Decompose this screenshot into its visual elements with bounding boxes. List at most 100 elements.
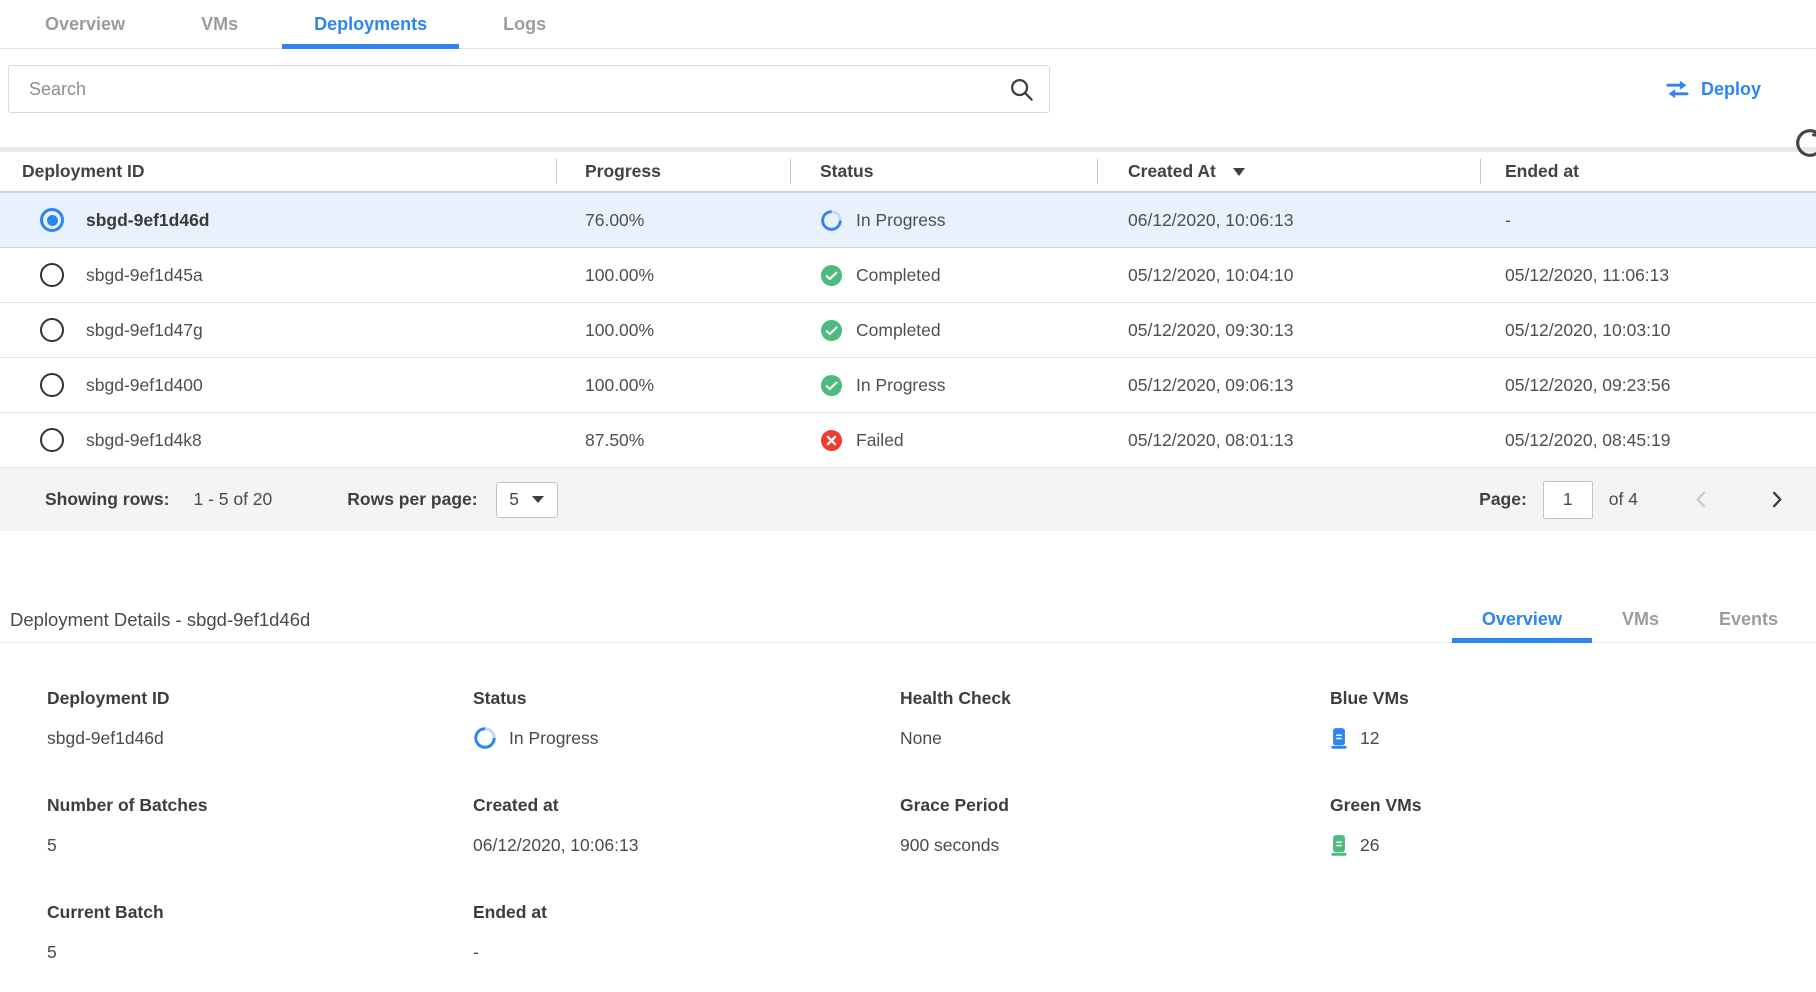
column-header-created-at[interactable]: Created At xyxy=(1097,152,1480,191)
detail-field: Blue VMs 12 xyxy=(1330,688,1816,751)
row-status-label: In Progress xyxy=(856,375,945,396)
table-row[interactable]: sbgd-9ef1d46d 76.00% In Progress 06/12/2… xyxy=(0,192,1816,248)
search-input[interactable] xyxy=(9,66,1049,112)
rows-per-page-select[interactable]: 5 xyxy=(496,482,558,518)
row-ended-at: 05/12/2020, 11:06:13 xyxy=(1505,265,1669,286)
detail-field-label: Green VMs xyxy=(1330,795,1816,816)
detail-field-label: Current Batch xyxy=(47,902,473,923)
row-status-label: In Progress xyxy=(856,210,945,231)
details-tab-events[interactable]: Events xyxy=(1689,597,1808,642)
column-header-label: Ended at xyxy=(1505,161,1579,182)
column-header-progress[interactable]: Progress xyxy=(556,152,790,191)
main-tab-bar: OverviewVMs Deployments Logs xyxy=(0,0,1816,49)
detail-field-value: 26 xyxy=(1330,832,1816,858)
detail-field-label: Number of Batches xyxy=(47,795,473,816)
tab-label: Logs xyxy=(503,14,546,35)
deploy-label: Deploy xyxy=(1701,79,1761,100)
row-progress: 100.00% xyxy=(585,265,654,286)
tab-label: VMs xyxy=(1622,609,1659,630)
row-radio-button[interactable] xyxy=(40,208,64,232)
row-deployment-id: sbgd-9ef1d400 xyxy=(86,375,203,396)
row-ended-at: 05/12/2020, 10:03:10 xyxy=(1505,320,1670,341)
column-header-status[interactable]: Status xyxy=(790,152,1097,191)
detail-field-text: 5 xyxy=(47,942,57,963)
detail-field: Grace Period 900 seconds xyxy=(900,795,1330,858)
toolbar: Deploy xyxy=(0,49,1816,133)
row-deployment-id: sbgd-9ef1d46d xyxy=(86,210,210,231)
detail-field-value: 06/12/2020, 10:06:13 xyxy=(473,832,900,858)
row-radio-button[interactable] xyxy=(40,373,64,397)
vm-icon xyxy=(1330,834,1348,857)
main-tab-vms[interactable]: VMs xyxy=(169,0,270,48)
detail-field-text: sbgd-9ef1d46d xyxy=(47,728,164,749)
tab-label: Deployments xyxy=(314,14,427,35)
row-status-label: Completed xyxy=(856,320,941,341)
row-ended-at: - xyxy=(1505,210,1511,231)
next-page-button[interactable] xyxy=(1765,488,1788,511)
detail-field-text: 06/12/2020, 10:06:13 xyxy=(473,835,638,856)
table-footer: Showing rows: 1 - 5 of 20 Rows per page:… xyxy=(0,468,1816,531)
detail-field-text: 12 xyxy=(1360,728,1379,749)
detail-field-label: Health Check xyxy=(900,688,1330,709)
column-header-deployment-id[interactable]: Deployment ID xyxy=(0,152,556,191)
row-created-at: 05/12/2020, 10:04:10 xyxy=(1128,265,1293,286)
details-header: Deployment Details - sbgd-9ef1d46d Overv… xyxy=(0,597,1816,643)
main-tab-overview[interactable]: Overview xyxy=(13,0,157,48)
row-deployment-id: sbgd-9ef1d45a xyxy=(86,265,203,286)
chevron-down-icon xyxy=(532,496,544,503)
row-status-label: Failed xyxy=(856,430,904,451)
details-tab-bar: Overview VMs Events xyxy=(1452,597,1808,642)
column-header-label: Created At xyxy=(1128,161,1216,182)
in-progress-spinner-icon xyxy=(820,209,843,232)
column-header-label: Progress xyxy=(585,161,661,182)
sort-caret-icon xyxy=(1233,168,1245,176)
detail-field-label: Ended at xyxy=(473,902,900,923)
prev-page-button[interactable] xyxy=(1690,488,1713,511)
details-grid: Deployment ID sbgd-9ef1d46d Status In Pr… xyxy=(0,688,1816,965)
detail-field-value: - xyxy=(473,939,900,965)
row-created-at: 05/12/2020, 09:06:13 xyxy=(1128,375,1293,396)
search-box[interactable] xyxy=(8,65,1050,113)
table-row[interactable]: sbgd-9ef1d47g 100.00% Completed 05/12/20… xyxy=(0,303,1816,358)
detail-field-value: 5 xyxy=(47,832,473,858)
page-total: of 4 xyxy=(1609,489,1638,510)
showing-rows-value: 1 - 5 of 20 xyxy=(193,489,272,510)
details-tab-overview[interactable]: Overview xyxy=(1452,597,1592,642)
detail-field: Created at 06/12/2020, 10:06:13 xyxy=(473,795,900,858)
row-radio-button[interactable] xyxy=(40,263,64,287)
detail-field-value: In Progress xyxy=(473,725,900,751)
detail-field-label: Grace Period xyxy=(900,795,1330,816)
detail-field: Number of Batches 5 xyxy=(47,795,473,858)
details-tab-vms[interactable]: VMs xyxy=(1592,597,1689,642)
detail-field: Health Check None xyxy=(900,688,1330,751)
swap-arrows-icon xyxy=(1665,79,1690,100)
column-header-label: Deployment ID xyxy=(22,161,145,182)
column-header-ended-at[interactable]: Ended at xyxy=(1480,152,1816,191)
table-row[interactable]: sbgd-9ef1d4k8 87.50% Failed 05/12/2020, … xyxy=(0,413,1816,468)
row-radio-button[interactable] xyxy=(40,318,64,342)
row-ended-at: 05/12/2020, 09:23:56 xyxy=(1505,375,1670,396)
deploy-button[interactable]: Deploy xyxy=(1665,79,1761,100)
vm-icon xyxy=(1330,727,1348,750)
completed-check-icon xyxy=(820,374,843,397)
table-row[interactable]: sbgd-9ef1d45a 100.00% Completed 05/12/20… xyxy=(0,248,1816,303)
table-row[interactable]: sbgd-9ef1d400 100.00% In Progress 05/12/… xyxy=(0,358,1816,413)
table-header-row: Deployment ID Progress Status Created At… xyxy=(0,147,1816,192)
main-tab-logs[interactable]: Logs xyxy=(471,0,578,48)
row-created-at: 05/12/2020, 08:01:13 xyxy=(1128,430,1293,451)
row-progress: 100.00% xyxy=(585,375,654,396)
page-input[interactable] xyxy=(1543,481,1593,519)
detail-field-value: 12 xyxy=(1330,725,1816,751)
main-tab-deployments[interactable]: Deployments xyxy=(282,0,459,48)
deployments-table: Deployment ID Progress Status Created At… xyxy=(0,147,1816,531)
detail-field-text: 26 xyxy=(1360,835,1379,856)
deployments-page: OverviewVMsDeploymentsLogs Deploy Deploy… xyxy=(0,0,1816,992)
detail-field-text: None xyxy=(900,728,942,749)
row-radio-button[interactable] xyxy=(40,428,64,452)
deployments-table-body: sbgd-9ef1d46d 76.00% In Progress 06/12/2… xyxy=(0,192,1816,468)
completed-check-icon xyxy=(820,319,843,342)
detail-field-text: 900 seconds xyxy=(900,835,999,856)
detail-field: Current Batch 5 xyxy=(47,902,473,965)
detail-field-value: sbgd-9ef1d46d xyxy=(47,725,473,751)
detail-field-label: Created at xyxy=(473,795,900,816)
